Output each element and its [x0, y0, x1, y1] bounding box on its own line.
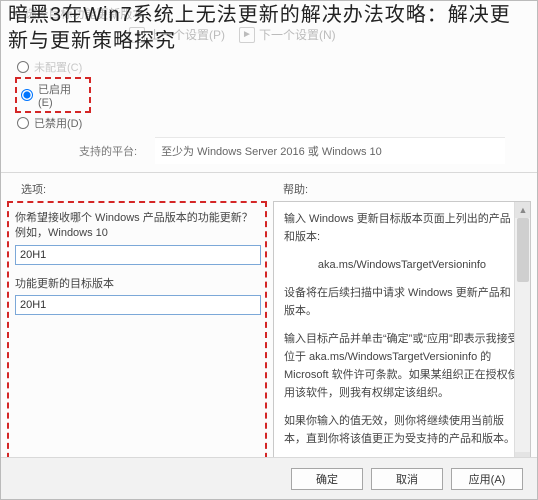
supported-platform-value: 至少为 Windows Server 2016 或 Windows 10 — [155, 137, 505, 164]
divider — [1, 172, 537, 173]
supported-platform-label: 支持的平台: — [79, 143, 137, 159]
target-version-label: 功能更新的目标版本 — [15, 275, 259, 291]
radio-enabled[interactable]: 已启用(E) — [19, 79, 87, 111]
help-text-4: 输入目标产品并单击“确定”或“应用”即表示我接受位于 aka.ms/Window… — [284, 330, 520, 402]
radio-enabled-input[interactable] — [21, 89, 33, 101]
help-section-label: 帮助: — [283, 181, 517, 197]
product-version-input[interactable] — [15, 245, 261, 265]
gpo-dialog: ▣ 选择目标功能更新版本 ◄ 上一个设置(P) ► 下一个设置(N) 未配置(C… — [0, 0, 538, 500]
dialog-footer: 确定 取消 应用(A) — [1, 457, 537, 499]
help-link-text: aka.ms/WindowsTargetVersioninfo — [284, 256, 520, 274]
help-text-1: 输入 Windows 更新目标版本页面上列出的产品和版本: — [284, 210, 520, 246]
highlight-enabled-box: 已启用(E) — [15, 77, 91, 113]
target-version-input[interactable] — [15, 295, 261, 315]
help-scrollbar[interactable]: ▲ ▼ — [514, 202, 530, 468]
ok-button[interactable]: 确定 — [291, 468, 363, 490]
options-section-label: 选项: — [21, 181, 283, 197]
help-panel: 输入 Windows 更新目标版本页面上列出的产品和版本: aka.ms/Win… — [273, 201, 531, 469]
help-text-3: 设备将在后续扫描中请求 Windows 更新产品和版本。 — [284, 284, 520, 320]
product-version-question: 你希望接收哪个 Windows 产品版本的功能更新？例如，Windows 10 — [15, 211, 259, 241]
help-text-5: 如果你输入的值无效，则你将继续使用当前版本，直到你将该值更正为受支持的产品和版本… — [284, 412, 520, 448]
cancel-button[interactable]: 取消 — [371, 468, 443, 490]
radio-disabled-input[interactable] — [17, 117, 29, 129]
radio-disabled[interactable]: 已禁用(D) — [15, 113, 537, 133]
scroll-up-icon[interactable]: ▲ — [515, 202, 531, 218]
scroll-thumb[interactable] — [517, 218, 529, 282]
options-panel: 你希望接收哪个 Windows 产品版本的功能更新？例如，Windows 10 … — [7, 201, 267, 469]
apply-button[interactable]: 应用(A) — [451, 468, 523, 490]
radio-not-configured[interactable]: 未配置(C) — [15, 57, 537, 77]
radio-not-configured-input[interactable] — [17, 61, 29, 73]
article-title-overlay: 暗黑3在Win7系统上无法更新的解决办法攻略：解决更新与更新策略探究 — [8, 2, 528, 54]
